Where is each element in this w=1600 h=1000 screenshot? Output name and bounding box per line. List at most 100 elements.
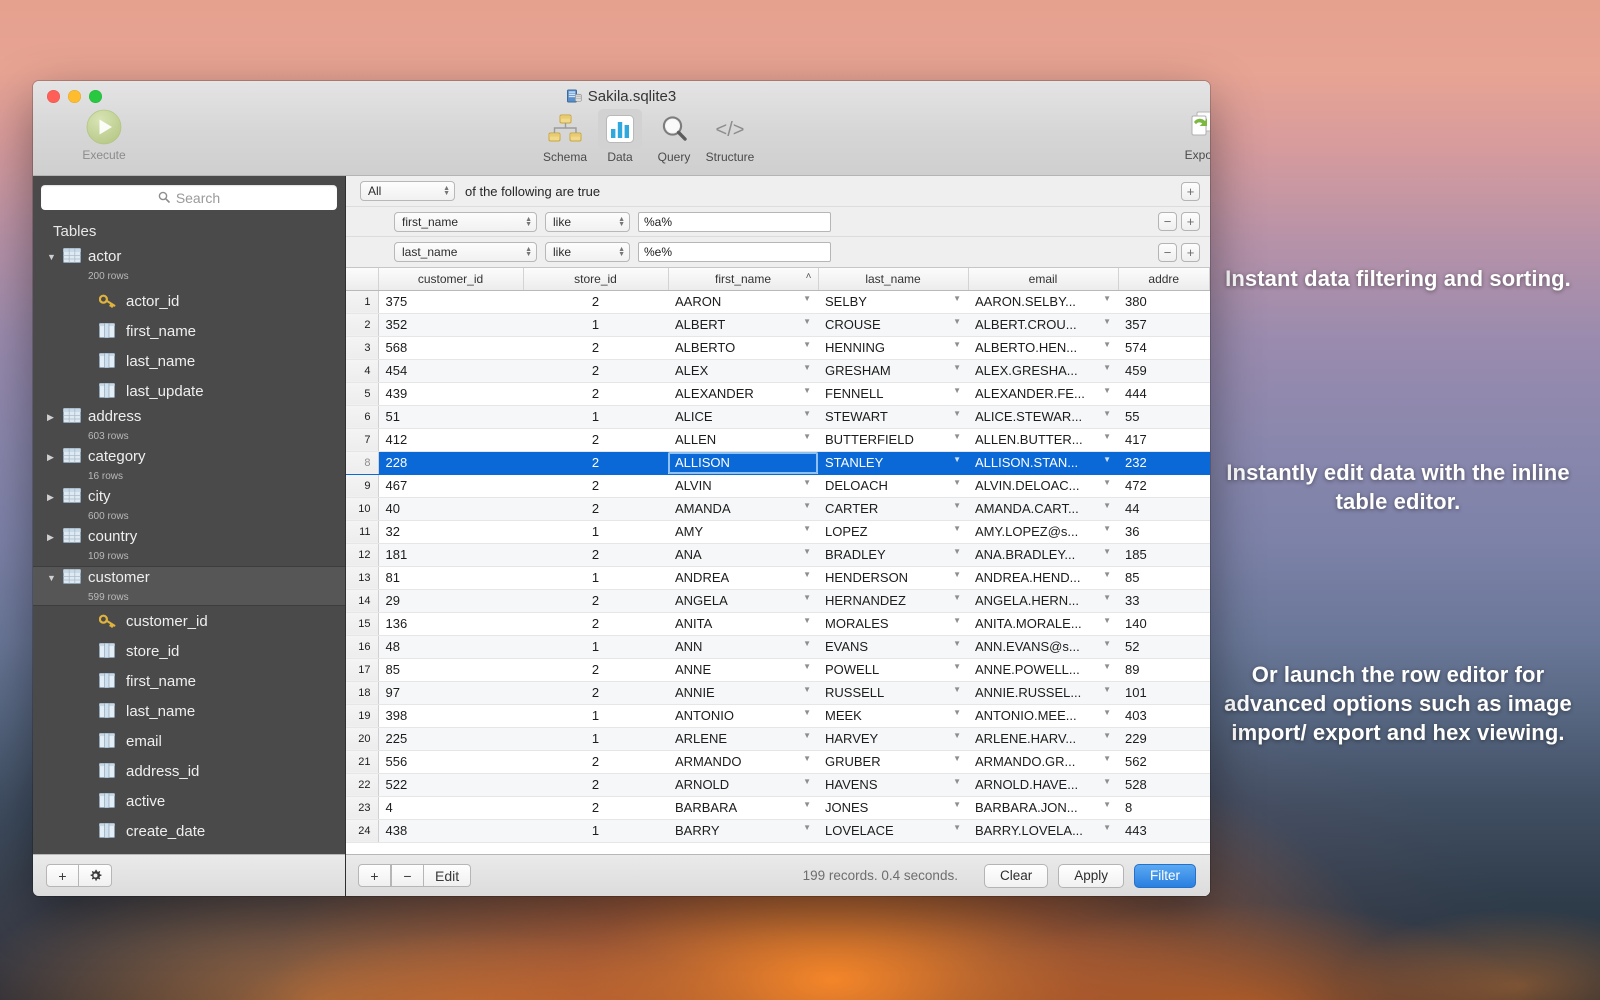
search-input[interactable]: Search <box>41 185 337 210</box>
cell-email[interactable]: ALBERT.CROU...▼ <box>968 313 1118 336</box>
chevron-down-icon[interactable]: ▼ <box>47 569 61 583</box>
cell-address_id[interactable]: 232 <box>1118 451 1210 474</box>
tree-table-address[interactable]: ▶ address603 rows <box>33 406 345 446</box>
cell-customer_id[interactable]: 568 <box>378 336 523 359</box>
cell-email[interactable]: AMY.LOPEZ@s...▼ <box>968 520 1118 543</box>
cell-customer_id[interactable]: 181 <box>378 543 523 566</box>
cell-customer_id[interactable]: 412 <box>378 428 523 451</box>
column-header-email[interactable]: email <box>968 268 1118 290</box>
table-row[interactable]: 2342BARBARA▼JONES▼BARBARA.JON...▼8 <box>346 796 1210 819</box>
cell-email[interactable]: ARMANDO.GR...▼ <box>968 750 1118 773</box>
cell-customer_id[interactable]: 136 <box>378 612 523 635</box>
cell-customer_id[interactable]: 225 <box>378 727 523 750</box>
cell-address_id[interactable]: 229 <box>1118 727 1210 750</box>
cell-address_id[interactable]: 140 <box>1118 612 1210 635</box>
cell-address_id[interactable]: 8 <box>1118 796 1210 819</box>
cell-last_name[interactable]: BRADLEY▼ <box>818 543 968 566</box>
cell-address_id[interactable]: 52 <box>1118 635 1210 658</box>
tree-column-last_name[interactable]: last_name <box>33 346 345 376</box>
table-row[interactable]: 23521ALBERT▼CROUSE▼ALBERT.CROU...▼357 <box>346 313 1210 336</box>
cell-store_id[interactable]: 2 <box>523 336 668 359</box>
cell-customer_id[interactable]: 48 <box>378 635 523 658</box>
cell-first_name[interactable]: ALBERT▼ <box>668 313 818 336</box>
cell-customer_id[interactable]: 556 <box>378 750 523 773</box>
cell-email[interactable]: ALEXANDER.FE...▼ <box>968 382 1118 405</box>
cell-customer_id[interactable]: 4 <box>378 796 523 819</box>
cell-first_name[interactable]: ARMANDO▼ <box>668 750 818 773</box>
cell-address_id[interactable]: 185 <box>1118 543 1210 566</box>
cell-email[interactable]: ALEX.GRESHA...▼ <box>968 359 1118 382</box>
cell-address_id[interactable]: 443 <box>1118 819 1210 842</box>
table-row[interactable]: 14292ANGELA▼HERNANDEZ▼ANGELA.HERN...▼33 <box>346 589 1210 612</box>
cell-last_name[interactable]: DELOACH▼ <box>818 474 968 497</box>
cell-last_name[interactable]: SELBY▼ <box>818 290 968 313</box>
cell-first_name[interactable]: ALICE▼ <box>668 405 818 428</box>
cell-address_id[interactable]: 528 <box>1118 773 1210 796</box>
table-row[interactable]: 74122ALLEN▼BUTTERFIELD▼ALLEN.BUTTER...▼4… <box>346 428 1210 451</box>
table-row[interactable]: 54392ALEXANDER▼FENNELL▼ALEXANDER.FE...▼4… <box>346 382 1210 405</box>
cell-first_name[interactable]: BARBARA▼ <box>668 796 818 819</box>
cell-last_name[interactable]: MEEK▼ <box>818 704 968 727</box>
cell-customer_id[interactable]: 97 <box>378 681 523 704</box>
cell-customer_id[interactable]: 438 <box>378 819 523 842</box>
column-header-last_name[interactable]: last_name <box>818 268 968 290</box>
cell-last_name[interactable]: EVANS▼ <box>818 635 968 658</box>
export-button[interactable]: Export <box>1172 107 1210 162</box>
table-header-row[interactable]: customer_idstore_idfirst_name˄last_namee… <box>346 268 1210 290</box>
cell-email[interactable]: AMANDA.CART...▼ <box>968 497 1118 520</box>
tables-tree[interactable]: Tables ▼ actor200 rows actor_id first_na… <box>33 218 345 854</box>
clear-button[interactable]: Clear <box>984 864 1048 888</box>
cell-last_name[interactable]: BUTTERFIELD▼ <box>818 428 968 451</box>
table-row[interactable]: 94672ALVIN▼DELOACH▼ALVIN.DELOAC...▼472 <box>346 474 1210 497</box>
cell-first_name[interactable]: ANNE▼ <box>668 658 818 681</box>
cell-address_id[interactable]: 33 <box>1118 589 1210 612</box>
filter-operator-select[interactable]: like▲▼ <box>545 242 630 262</box>
cell-last_name[interactable]: FENNELL▼ <box>818 382 968 405</box>
add-row-button[interactable]: + <box>358 864 391 887</box>
cell-email[interactable]: ANNIE.RUSSEL...▼ <box>968 681 1118 704</box>
filter-field-select[interactable]: last_name▲▼ <box>394 242 537 262</box>
cell-email[interactable]: ANA.BRADLEY...▼ <box>968 543 1118 566</box>
cell-first_name[interactable]: ALVIN▼ <box>668 474 818 497</box>
cell-address_id[interactable]: 357 <box>1118 313 1210 336</box>
cell-last_name[interactable]: HENNING▼ <box>818 336 968 359</box>
cell-email[interactable]: ANN.EVANS@s...▼ <box>968 635 1118 658</box>
add-condition-button[interactable]: + <box>1181 243 1200 262</box>
cell-email[interactable]: BARRY.LOVELA...▼ <box>968 819 1118 842</box>
cell-store_id[interactable]: 2 <box>523 589 668 612</box>
add-condition-button[interactable]: + <box>1181 212 1200 231</box>
cell-store_id[interactable]: 2 <box>523 658 668 681</box>
table-row[interactable]: 44542ALEX▼GRESHAM▼ALEX.GRESHA...▼459 <box>346 359 1210 382</box>
cell-first_name[interactable]: ARNOLD▼ <box>668 773 818 796</box>
data-grid[interactable]: customer_idstore_idfirst_name˄last_namee… <box>346 268 1210 854</box>
cell-address_id[interactable]: 459 <box>1118 359 1210 382</box>
cell-store_id[interactable]: 1 <box>523 635 668 658</box>
tree-table-category[interactable]: ▶ category16 rows <box>33 446 345 486</box>
tree-column-actor_id[interactable]: actor_id <box>33 286 345 316</box>
filter-value-input[interactable]: %a% <box>638 212 831 232</box>
cell-first_name[interactable]: BARRY▼ <box>668 819 818 842</box>
cell-store_id[interactable]: 1 <box>523 819 668 842</box>
cell-store_id[interactable]: 1 <box>523 704 668 727</box>
cell-address_id[interactable]: 444 <box>1118 382 1210 405</box>
gear-icon[interactable] <box>79 864 112 887</box>
cell-first_name[interactable]: ANA▼ <box>668 543 818 566</box>
cell-store_id[interactable]: 1 <box>523 520 668 543</box>
cell-last_name[interactable]: HERNANDEZ▼ <box>818 589 968 612</box>
cell-customer_id[interactable]: 439 <box>378 382 523 405</box>
tree-column-last_update[interactable]: last_update <box>33 376 345 406</box>
cell-address_id[interactable]: 44 <box>1118 497 1210 520</box>
cell-customer_id[interactable]: 81 <box>378 566 523 589</box>
cell-last_name[interactable]: POWELL▼ <box>818 658 968 681</box>
column-header-address_id[interactable]: addre <box>1118 268 1210 290</box>
cell-store_id[interactable]: 2 <box>523 750 668 773</box>
cell-last_name[interactable]: CARTER▼ <box>818 497 968 520</box>
remove-row-button[interactable]: − <box>391 864 424 887</box>
cell-customer_id[interactable]: 228 <box>378 451 523 474</box>
cell-customer_id[interactable]: 51 <box>378 405 523 428</box>
remove-condition-button[interactable]: − <box>1158 212 1177 231</box>
table-row[interactable]: 193981ANTONIO▼MEEK▼ANTONIO.MEE...▼403 <box>346 704 1210 727</box>
cell-first_name[interactable]: ANGELA▼ <box>668 589 818 612</box>
cell-customer_id[interactable]: 522 <box>378 773 523 796</box>
cell-last_name[interactable]: HARVEY▼ <box>818 727 968 750</box>
